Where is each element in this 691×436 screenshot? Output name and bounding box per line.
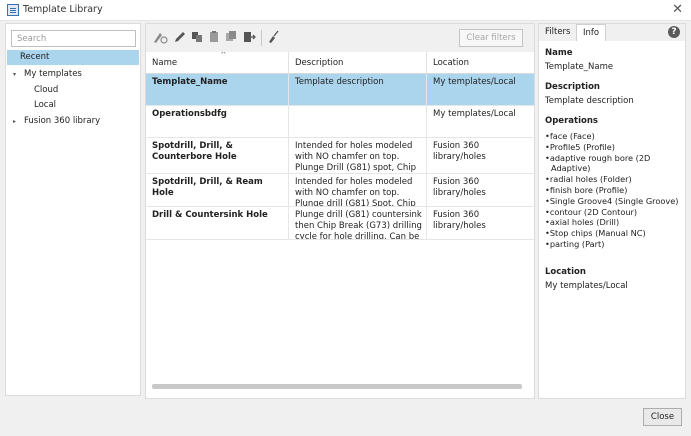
copy-icon[interactable] [190, 30, 204, 44]
operation-item: Adaptive) [551, 163, 591, 174]
operation-item: Profile5 (Profile) [545, 142, 685, 153]
dialog-body: Recent ▾ My templates Cloud Local ▸ Fusi… [0, 21, 691, 436]
toolbar: Clear filters [146, 24, 534, 52]
library-tree-pane: Recent ▾ My templates Cloud Local ▸ Fusi… [5, 23, 141, 396]
info-description-value: Template description [545, 96, 634, 106]
row-description: Intended for holes modeled with NO chamf… [289, 138, 427, 173]
column-header-description[interactable]: Description [289, 52, 427, 74]
template-library-icon [7, 4, 19, 16]
tree-item-label: Recent [20, 52, 50, 62]
expand-caret-icon[interactable]: ▾ [13, 67, 16, 82]
operations-list: face (Face) Profile5 (Profile) adaptive … [545, 131, 685, 250]
tree-item-local[interactable]: Local [7, 98, 139, 113]
close-icon[interactable]: ✕ [672, 2, 683, 17]
close-button[interactable]: Close [643, 408, 682, 426]
table-row[interactable]: Drill & Countersink Hole Plunge drill (G… [146, 207, 534, 240]
tree-item-fusion-library[interactable]: ▸ Fusion 360 library [7, 114, 139, 129]
tree-item-label: Fusion 360 library [24, 116, 101, 126]
tree-item-label: My templates [24, 69, 82, 79]
info-name-label: Name [545, 48, 573, 58]
operation-item: face (Face) [545, 131, 685, 142]
row-name: Spotdrill, Drill, & Ream Hole [146, 174, 289, 206]
row-location: Fusion 360 library/holes [433, 177, 486, 198]
collapse-caret-icon[interactable]: ▸ [13, 114, 16, 129]
info-tabstrip: Filters Info ? [539, 24, 685, 41]
row-name: Spotdrill, Drill, & Counterbore Hole [146, 138, 289, 173]
search-input[interactable] [11, 30, 136, 47]
operation-item: radial holes (Folder) [545, 174, 685, 185]
edit-icon[interactable] [173, 30, 187, 44]
column-header-label: Description [295, 58, 344, 68]
duplicate-icon[interactable] [224, 30, 238, 44]
table-row[interactable]: Spotdrill, Drill, & Counterbore Hole Int… [146, 138, 534, 174]
toolbar-separator [261, 30, 262, 46]
tree-item-my-templates[interactable]: ▾ My templates [7, 67, 139, 82]
operation-item: Single Groove4 (Single Groove) [545, 196, 685, 207]
info-name-value: Template_Name [545, 62, 614, 72]
template-list-pane: Clear filters Name ^ Description Locatio… [145, 23, 535, 399]
row-name: Template_Name [146, 74, 289, 105]
sort-ascending-icon: ^ [220, 52, 227, 59]
title-bar: Template Library ✕ [0, 0, 691, 21]
info-pane: Filters Info ? Name Template_Name Descri… [538, 23, 686, 399]
help-icon[interactable]: ? [668, 26, 680, 38]
operation-item: parting (Part) [545, 239, 685, 250]
column-header-name[interactable]: Name ^ [146, 52, 289, 74]
paste-icon[interactable] [207, 30, 221, 44]
table-row[interactable]: Template_Name Template description My te… [146, 74, 534, 106]
table-header: Name ^ Description Location [146, 52, 534, 74]
window-title: Template Library [23, 4, 103, 15]
row-location: Fusion 360 library/holes [433, 210, 486, 231]
operation-item: finish bore (Profile) [545, 185, 685, 196]
column-header-label: Location [433, 58, 469, 68]
tab-filters[interactable]: Filters [539, 24, 576, 41]
operation-item: adaptive rough bore (2D [545, 153, 685, 164]
tree-item-label: Cloud [34, 85, 59, 95]
info-location-value: My templates/Local [545, 281, 628, 291]
row-location: Fusion 360 library/holes [433, 141, 486, 162]
row-description [289, 106, 427, 137]
row-name: Drill & Countersink Hole [146, 207, 289, 239]
column-header-location[interactable]: Location [427, 52, 534, 74]
info-location-label: Location [545, 267, 586, 277]
row-description: Plunge drill (G81) countersink then Chip… [289, 207, 427, 239]
tree-item-cloud[interactable]: Cloud [7, 83, 139, 98]
clear-filters-button[interactable]: Clear filters [459, 29, 523, 47]
tab-info[interactable]: Info [576, 24, 607, 41]
table-row[interactable]: Spotdrill, Drill, & Ream Hole Intended f… [146, 174, 534, 207]
column-header-label: Name [152, 58, 178, 68]
row-description: Intended for holes modeled with NO chamf… [289, 174, 427, 206]
operation-item: Stop chips (Manual NC) [545, 228, 685, 239]
info-operations-label: Operations [545, 116, 598, 126]
export-icon[interactable] [242, 30, 256, 44]
operation-item: contour (2D Contour) [545, 207, 685, 218]
row-description: Template description [289, 74, 427, 105]
clear-icon[interactable] [267, 30, 281, 44]
row-location: My templates/Local [433, 77, 516, 87]
row-location: My templates/Local [433, 109, 516, 119]
horizontal-scrollbar[interactable] [152, 384, 522, 389]
template-table: Name ^ Description Location Template_Nam… [146, 52, 534, 384]
row-name: Operationsbdfg [146, 106, 289, 137]
select-tool-icon[interactable] [153, 30, 169, 44]
tree-item-recent[interactable]: Recent [7, 50, 139, 65]
operation-item: axial holes (Drill) [545, 217, 685, 228]
tree-item-label: Local [34, 100, 57, 110]
table-row[interactable]: Operationsbdfg My templates/Local [146, 106, 534, 138]
info-description-label: Description [545, 82, 600, 92]
